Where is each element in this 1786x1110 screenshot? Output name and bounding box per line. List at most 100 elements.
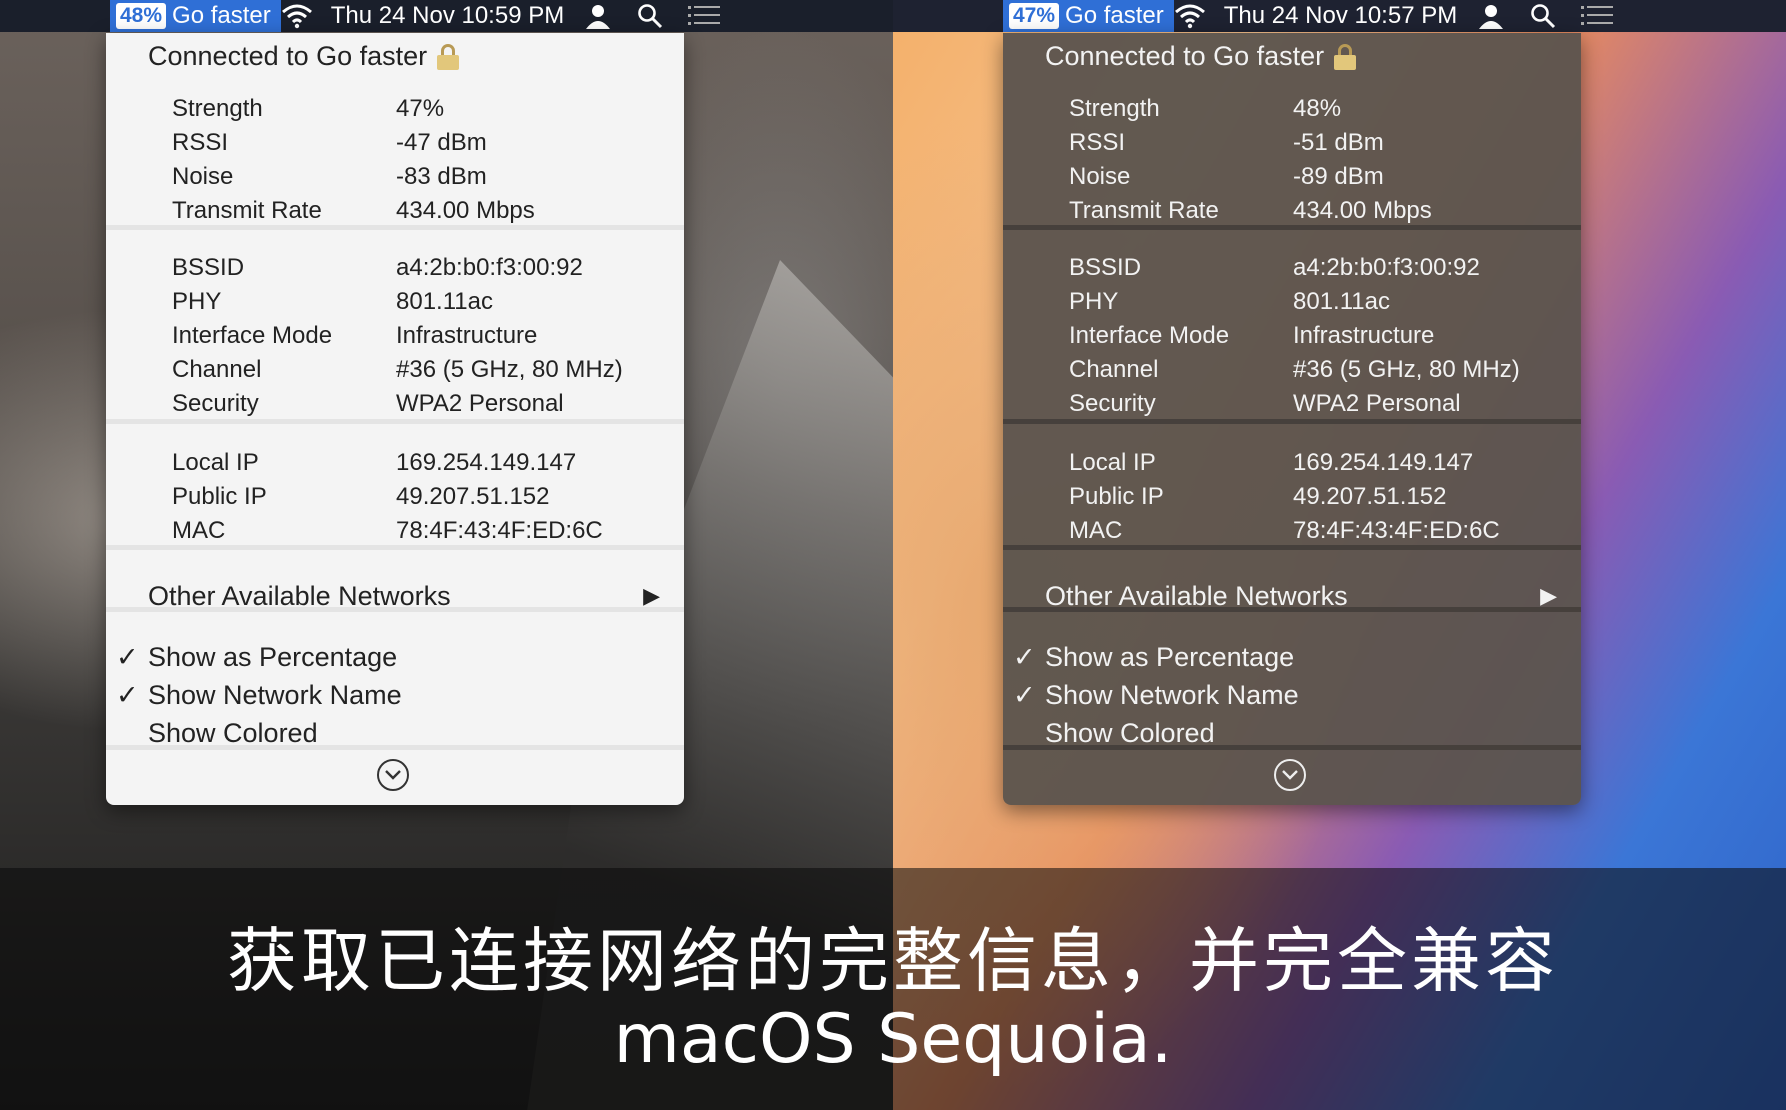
wifi-icon[interactable] [281, 0, 313, 32]
detail-key: Public IP [172, 483, 267, 510]
detail-key: RSSI [172, 129, 229, 156]
option-label: Show Network Name [1045, 679, 1299, 710]
detail-row: Strength 47% [172, 95, 684, 129]
detail-row: RSSI -51 dBm [1069, 129, 1581, 163]
detail-row: Noise -89 dBm [1069, 163, 1581, 197]
menu-separator [1003, 419, 1581, 424]
menu-separator [106, 545, 684, 550]
detail-key: Local IP [1069, 449, 1156, 476]
option-label: Show Network Name [148, 679, 402, 710]
detail-row: Noise -83 dBm [172, 163, 684, 197]
detail-value: -83 dBm [396, 163, 487, 190]
connection-header: Connected to Go faster [1045, 41, 1357, 72]
show-percentage-menu-item[interactable]: ✓ Show as Percentage [116, 639, 397, 675]
network-name-label: Go faster [172, 2, 271, 29]
wifi-details-menu: Connected to Go faster Strength 47% RSSI -… [106, 33, 684, 805]
detail-key: BSSID [172, 254, 245, 281]
wifi-status-menu-extra[interactable]: 47% Go faster [1003, 0, 1174, 32]
user-icon[interactable] [1475, 0, 1507, 32]
detail-value: 49.207.51.152 [1293, 483, 1447, 510]
list-icon[interactable] [688, 0, 721, 32]
detail-value: 801.11ac [396, 288, 493, 315]
signal-percentage-badge: 48% [116, 3, 167, 29]
detail-value: -51 dBm [1293, 129, 1384, 156]
search-icon[interactable] [1527, 0, 1559, 32]
detail-value: 49.207.51.152 [396, 483, 550, 510]
lock-icon [1334, 43, 1357, 70]
detail-key: PHY [1069, 288, 1119, 315]
chevron-down-circle-icon[interactable] [377, 759, 409, 791]
lock-icon [437, 43, 460, 70]
detail-value: -89 dBm [1293, 163, 1384, 190]
connection-header-label: Connected to Go faster [1045, 41, 1325, 71]
triangle-right-icon: ▶ [1540, 583, 1557, 608]
show-network-name-menu-item[interactable]: ✓ Show Network Name [116, 677, 402, 713]
detail-value: 801.11ac [1293, 288, 1390, 315]
show-percentage-menu-item[interactable]: ✓ Show as Percentage [1013, 639, 1294, 675]
checkmark-icon: ✓ [116, 679, 139, 710]
menu-bar: 48% Go faster Thu 24 Nov 10:59 PM [0, 0, 893, 32]
detail-value: #36 (5 GHz, 80 MHz) [396, 356, 623, 383]
chevron-down-circle-icon[interactable] [1274, 759, 1306, 791]
checkmark-icon: ✓ [116, 641, 139, 672]
caption-line-1: 获取已连接网络的完整信息，并完全兼容 [227, 920, 1559, 1002]
wifi-status-menu-extra[interactable]: 48% Go faster [110, 0, 281, 32]
detail-key: Noise [172, 163, 234, 190]
menu-separator [106, 745, 684, 750]
search-icon[interactable] [634, 0, 666, 32]
triangle-right-icon: ▶ [643, 583, 660, 608]
detail-row: BSSID a4:2b:b0:f3:00:92 [1069, 254, 1581, 288]
option-label: Show Colored [148, 717, 318, 748]
detail-value: Infrastructure [396, 322, 538, 349]
detail-key: Strength [1069, 95, 1160, 122]
detail-value: -47 dBm [396, 129, 487, 156]
detail-row: Channel #36 (5 GHz, 80 MHz) [1069, 356, 1581, 390]
detail-key: BSSID [1069, 254, 1142, 281]
option-label: Show Colored [1045, 717, 1215, 748]
detail-key: Noise [1069, 163, 1131, 190]
user-icon[interactable] [582, 0, 614, 32]
detail-value: 47% [396, 95, 445, 122]
detail-key: Local IP [172, 449, 259, 476]
detail-key: Strength [172, 95, 263, 122]
detail-value: 48% [1293, 95, 1342, 122]
signal-percentage-badge: 47% [1009, 3, 1060, 29]
detail-row: Channel #36 (5 GHz, 80 MHz) [172, 356, 684, 390]
detail-row: BSSID a4:2b:b0:f3:00:92 [172, 254, 684, 288]
detail-row: Public IP 49.207.51.152 [172, 483, 684, 517]
detail-value: a4:2b:b0:f3:00:92 [396, 254, 583, 281]
detail-key: Channel [1069, 356, 1159, 383]
wifi-details-menu: Connected to Go faster Strength 48% RSSI -… [1003, 33, 1581, 805]
detail-key: RSSI [1069, 129, 1126, 156]
menu-separator [106, 607, 684, 612]
detail-key: PHY [172, 288, 222, 315]
detail-row: PHY 801.11ac [172, 288, 684, 322]
detail-row: Public IP 49.207.51.152 [1069, 483, 1581, 517]
detail-value: 169.254.149.147 [396, 449, 577, 476]
clock-label[interactable]: Thu 24 Nov 10:59 PM [313, 0, 576, 32]
detail-key: Interface Mode [172, 322, 333, 349]
detail-row: RSSI -47 dBm [172, 129, 684, 163]
menu-separator [1003, 745, 1581, 750]
network-name-label: Go faster [1065, 2, 1164, 29]
menu-separator [106, 225, 684, 230]
detail-value: #36 (5 GHz, 80 MHz) [1293, 356, 1520, 383]
detail-row: PHY 801.11ac [1069, 288, 1581, 322]
detail-row: Interface Mode Infrastructure [172, 322, 684, 356]
detail-row: Local IP 169.254.149.147 [1069, 449, 1581, 483]
detail-value: a4:2b:b0:f3:00:92 [1293, 254, 1480, 281]
list-icon[interactable] [1581, 0, 1614, 32]
wifi-icon[interactable] [1174, 0, 1206, 32]
detail-key: Channel [172, 356, 262, 383]
menu-separator [1003, 607, 1581, 612]
checkmark-icon: ✓ [1013, 679, 1036, 710]
connection-header: Connected to Go faster [148, 41, 460, 72]
option-label: Show as Percentage [1045, 641, 1295, 672]
detail-row: Strength 48% [1069, 95, 1581, 129]
detail-key: Interface Mode [1069, 322, 1230, 349]
show-network-name-menu-item[interactable]: ✓ Show Network Name [1013, 677, 1299, 713]
detail-value: Infrastructure [1293, 322, 1435, 349]
clock-label[interactable]: Thu 24 Nov 10:57 PM [1206, 0, 1469, 32]
menu-separator [1003, 545, 1581, 550]
option-label: Show as Percentage [148, 641, 398, 672]
